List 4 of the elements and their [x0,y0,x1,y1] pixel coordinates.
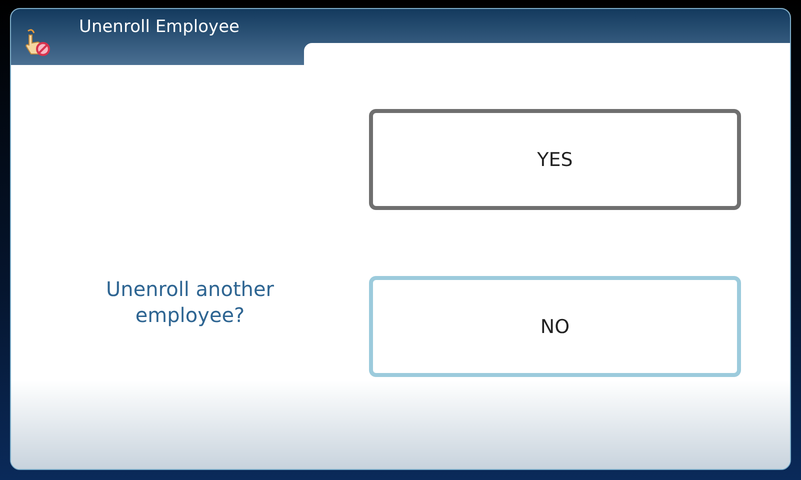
answer-button[interactable]: YES [369,109,741,210]
prompt-text: Unenroll another employee? [105,276,275,328]
window-title: Unenroll Employee [79,17,240,37]
answer-button[interactable]: NO [369,276,741,377]
